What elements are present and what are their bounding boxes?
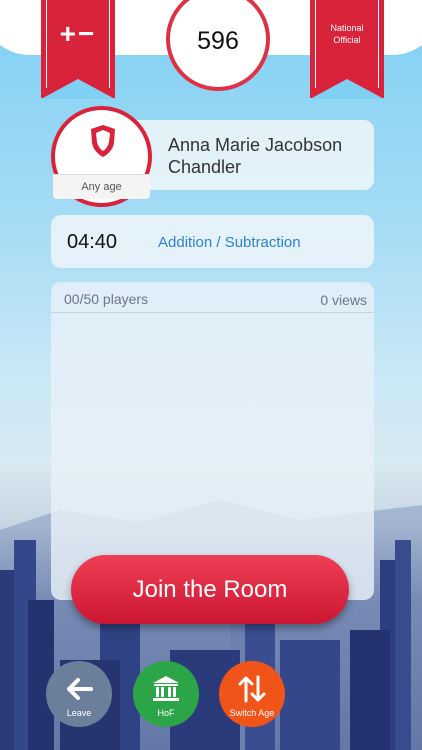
swap-vertical-icon bbox=[238, 675, 266, 703]
game-mode-link[interactable]: Addition / Subtraction bbox=[158, 234, 301, 251]
official-text: Official bbox=[333, 35, 361, 45]
arrow-left-icon bbox=[67, 678, 93, 700]
plus-minus-label: +− bbox=[59, 18, 97, 49]
leave-label: Leave bbox=[66, 708, 92, 718]
national-text: National bbox=[330, 23, 364, 33]
national-official-ribbon[interactable]: National Official bbox=[310, 0, 384, 99]
game-info-card: 04:40 Addition / Subtraction bbox=[51, 215, 374, 268]
hof-button[interactable]: HoF bbox=[133, 661, 199, 727]
timer: 04:40 bbox=[67, 231, 118, 253]
divider bbox=[51, 312, 374, 313]
plus-minus-ribbon[interactable]: +− bbox=[41, 0, 115, 99]
players-count: 00/50 players bbox=[64, 291, 149, 307]
player-name: Anna Marie Jacobson Chandler bbox=[168, 135, 343, 177]
leave-button[interactable]: Leave bbox=[46, 661, 112, 727]
hof-label: HoF bbox=[157, 708, 175, 718]
player-name-card: Anna Marie Jacobson Chandler bbox=[128, 120, 374, 190]
bank-icon bbox=[153, 676, 179, 701]
views-count: 0 views bbox=[320, 292, 367, 308]
avatar[interactable]: Any age bbox=[51, 106, 152, 207]
players-panel: 00/50 players 0 views bbox=[51, 282, 374, 600]
switch-age-button[interactable]: Switch Age bbox=[219, 661, 285, 727]
switch-age-label: Switch Age bbox=[229, 708, 275, 718]
join-room-button[interactable]: Join the Room bbox=[71, 555, 349, 624]
age-label: Any age bbox=[53, 174, 150, 199]
national-official-label: National Official bbox=[310, 22, 384, 46]
shield-icon bbox=[91, 125, 115, 157]
